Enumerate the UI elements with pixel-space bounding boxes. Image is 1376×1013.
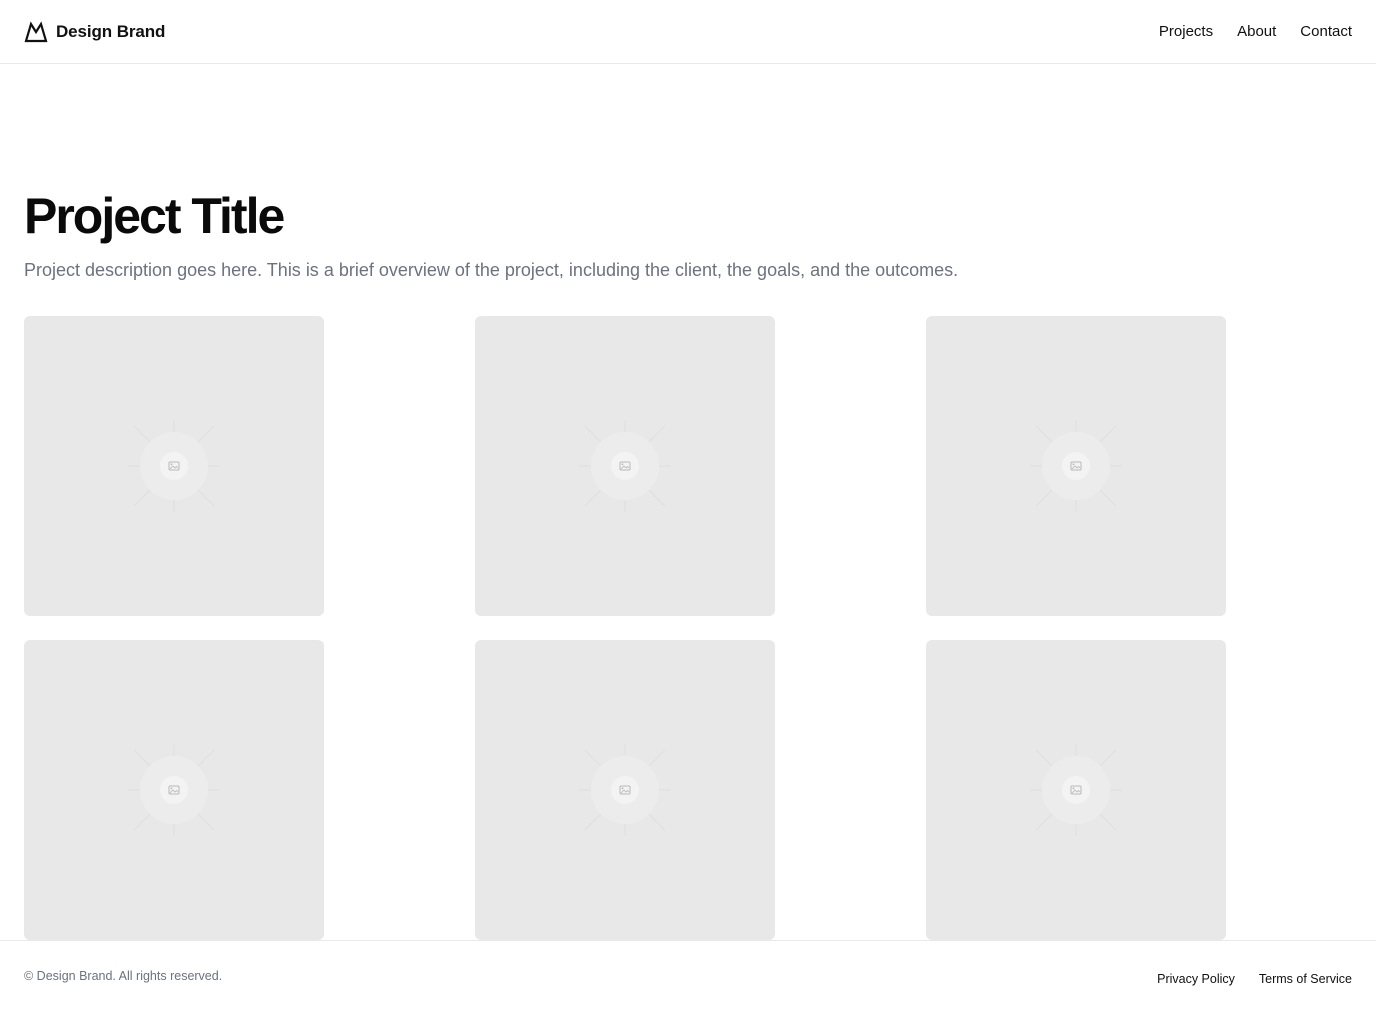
- brand-link[interactable]: Design Brand: [24, 20, 166, 43]
- hero-section: Project Title Project description goes h…: [24, 186, 1344, 282]
- image-placeholder-icon: [1026, 416, 1126, 516]
- project-gallery: [24, 316, 1226, 940]
- image-placeholder-icon: [575, 740, 675, 840]
- gallery-image-2[interactable]: [475, 316, 775, 616]
- site-header: Design Brand Projects About Contact: [0, 0, 1376, 64]
- footer-links: Privacy Policy Terms of Service: [1157, 972, 1352, 986]
- page-title: Project Title: [24, 188, 285, 244]
- terms-of-service-link[interactable]: Terms of Service: [1259, 972, 1352, 986]
- gallery-image-6[interactable]: [926, 640, 1226, 940]
- gallery-image-1[interactable]: [24, 316, 324, 616]
- gallery-image-5[interactable]: [475, 640, 775, 940]
- nav-link-about[interactable]: About: [1237, 23, 1276, 40]
- image-placeholder-icon: [575, 416, 675, 516]
- image-placeholder-icon: [124, 416, 224, 516]
- gallery-image-4[interactable]: [24, 640, 324, 940]
- project-description: Project description goes here. This is a…: [24, 260, 959, 280]
- brand-name: Design Brand: [56, 21, 166, 41]
- privacy-policy-link[interactable]: Privacy Policy: [1157, 972, 1235, 986]
- image-placeholder-icon: [1026, 740, 1126, 840]
- site-footer: © Design Brand. All rights reserved. Pri…: [0, 940, 1376, 1013]
- nav-link-contact[interactable]: Contact: [1300, 23, 1352, 40]
- copyright-text: © Design Brand. All rights reserved.: [24, 969, 223, 983]
- main-nav: Projects About Contact: [1159, 23, 1352, 40]
- mountain-logo-icon: [24, 20, 48, 43]
- nav-link-projects[interactable]: Projects: [1159, 23, 1213, 40]
- image-placeholder-icon: [124, 740, 224, 840]
- gallery-image-3[interactable]: [926, 316, 1226, 616]
